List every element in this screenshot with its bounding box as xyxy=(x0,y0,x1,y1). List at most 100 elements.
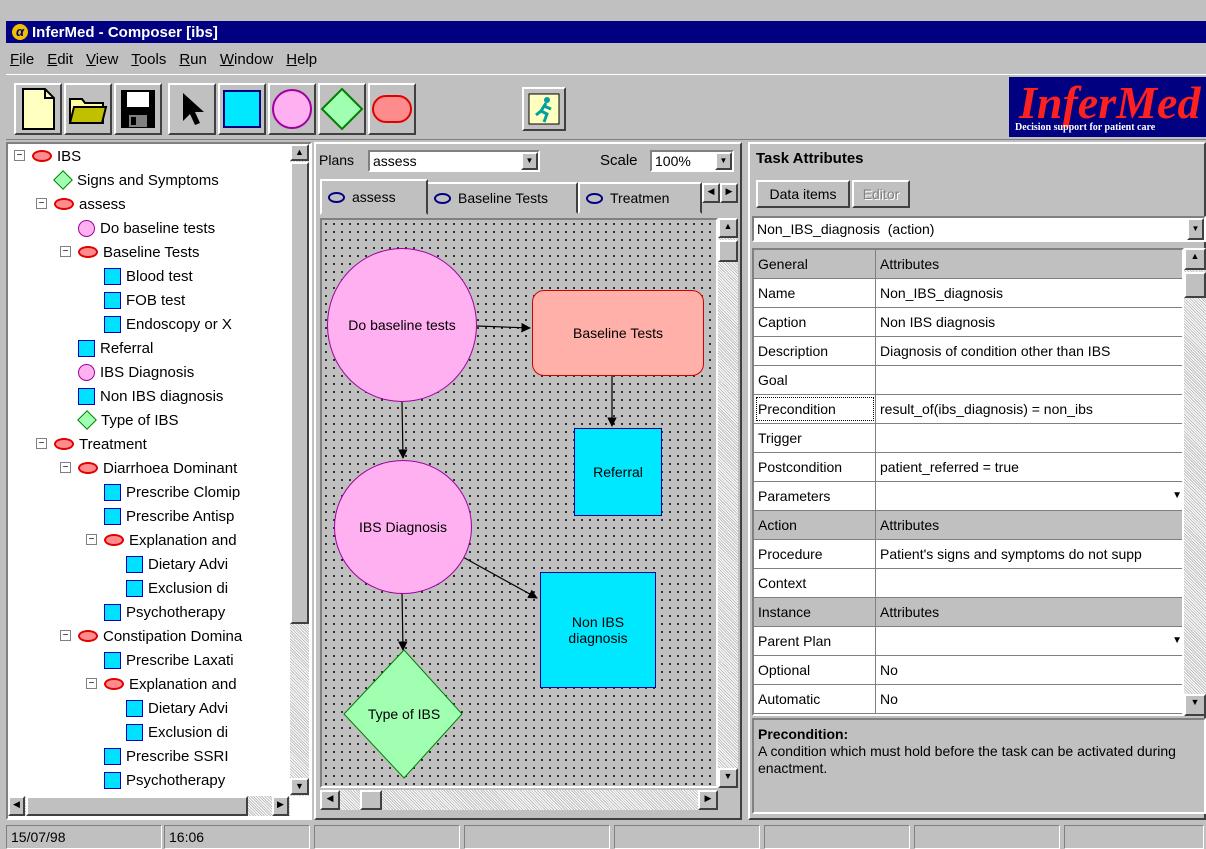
collapse-toggle-icon[interactable]: − xyxy=(60,630,71,641)
collapse-toggle-icon[interactable]: − xyxy=(36,438,47,449)
menu-item-view[interactable]: View xyxy=(86,51,118,68)
scroll-up-button[interactable]: ▲ xyxy=(718,218,738,238)
tree-item[interactable]: Referral xyxy=(78,336,153,360)
h-scroll-thumb[interactable] xyxy=(360,790,382,810)
scroll-left-button[interactable]: ◀ xyxy=(8,796,25,816)
tree-item[interactable]: Psychotherapy xyxy=(104,600,225,624)
scroll-thumb[interactable] xyxy=(1184,272,1206,298)
title-bar[interactable]: α InferMed - Composer [ibs] xyxy=(6,21,1206,43)
attribute-row[interactable]: Name Non_IBS_diagnosis xyxy=(754,279,1182,308)
tree-item[interactable]: Prescribe Clomip xyxy=(104,480,240,504)
node-referral[interactable]: Referral xyxy=(574,428,662,516)
select-tool-button[interactable] xyxy=(168,83,216,135)
tree-item[interactable]: Prescribe Antisp xyxy=(104,504,234,528)
attribute-value[interactable]: result_of(ibs_diagnosis) = non_ibs xyxy=(876,395,1182,423)
tab-treatment[interactable]: Treatmen xyxy=(578,182,702,214)
chevron-down-icon[interactable]: ▼ xyxy=(521,152,538,170)
scroll-right-button[interactable]: ▶ xyxy=(272,796,289,816)
attribute-row[interactable]: Context xyxy=(754,569,1182,598)
tab-baseline-tests[interactable]: Baseline Tests xyxy=(426,182,578,214)
attribute-value[interactable] xyxy=(876,366,1182,394)
tree-item[interactable]: − Constipation Domina xyxy=(60,624,242,648)
tree-item[interactable]: − Explanation and xyxy=(86,528,237,552)
attribute-value[interactable]: No xyxy=(876,685,1182,713)
tree-item[interactable]: Signs and Symptoms xyxy=(53,168,219,192)
tree-item[interactable]: Blood test xyxy=(104,264,193,288)
scroll-right-button[interactable]: ▶ xyxy=(698,790,718,810)
collapse-toggle-icon[interactable]: − xyxy=(86,678,97,689)
menu-item-tools[interactable]: Tools xyxy=(131,51,166,68)
tree-item[interactable]: Prescribe SSRI xyxy=(104,744,229,768)
scroll-thumb[interactable] xyxy=(718,240,738,262)
attribute-value[interactable]: patient_referred = true xyxy=(876,453,1182,481)
chevron-down-icon[interactable]: ▼ xyxy=(1172,482,1182,510)
attribute-row[interactable]: Caption Non IBS diagnosis xyxy=(754,308,1182,337)
tree-item[interactable]: IBS Diagnosis xyxy=(78,360,194,384)
attribute-row[interactable]: Postcondition patient_referred = true xyxy=(754,453,1182,482)
editor-button[interactable]: Editor xyxy=(852,180,910,208)
collapse-toggle-icon[interactable]: − xyxy=(60,246,71,257)
plans-select[interactable]: assess ▼ xyxy=(368,150,540,172)
menu-item-help[interactable]: Help xyxy=(286,51,317,68)
collapse-toggle-icon[interactable]: − xyxy=(36,198,47,209)
attribute-row[interactable]: Precondition result_of(ibs_diagnosis) = n… xyxy=(754,395,1182,424)
tree-item[interactable]: − Diarrhoea Dominant xyxy=(60,456,237,480)
scroll-down-button[interactable]: ▼ xyxy=(290,778,309,795)
menu-item-window[interactable]: Window xyxy=(220,51,273,68)
tree-item[interactable]: − assess xyxy=(36,192,126,216)
attribute-value[interactable]: Non_IBS_diagnosis xyxy=(876,279,1182,307)
tab-scroll-left-button[interactable]: ◀ xyxy=(702,183,720,203)
menu-item-file[interactable]: File xyxy=(10,51,34,68)
attribute-row[interactable]: General Attributes xyxy=(754,250,1182,279)
attribute-row[interactable]: Goal xyxy=(754,366,1182,395)
chevron-down-icon[interactable]: ▼ xyxy=(1187,218,1204,240)
decision-tool-button[interactable] xyxy=(268,83,316,135)
tree-item[interactable]: Dietary Advi xyxy=(126,552,228,576)
chevron-down-icon[interactable]: ▼ xyxy=(1172,627,1182,655)
tree-item[interactable]: Psychotherapy xyxy=(104,768,225,792)
attribute-row[interactable]: Action Attributes xyxy=(754,511,1182,540)
attribute-value[interactable] xyxy=(876,424,1182,452)
collapse-toggle-icon[interactable]: − xyxy=(60,462,71,473)
plan-tool-button[interactable] xyxy=(368,83,416,135)
attribute-value[interactable]: ▼ xyxy=(876,627,1182,655)
tree-item[interactable]: − Explanation and xyxy=(86,672,237,696)
tree-item[interactable]: − Baseline Tests xyxy=(60,240,199,264)
plan-canvas[interactable]: Do baseline tests Baseline Tests Referra… xyxy=(320,218,718,788)
tree-item[interactable]: Do baseline tests xyxy=(78,216,215,240)
attribute-value[interactable] xyxy=(876,569,1182,597)
run-button[interactable] xyxy=(522,87,566,131)
tree-vertical-scrollbar[interactable]: ▲ ▼ xyxy=(290,144,309,796)
attribute-value[interactable]: Non IBS diagnosis xyxy=(876,308,1182,336)
tree-item[interactable]: Endoscopy or X xyxy=(104,312,232,336)
tree-item[interactable]: − IBS xyxy=(14,144,81,168)
menu-item-run[interactable]: Run xyxy=(179,51,207,68)
enquiry-tool-button[interactable] xyxy=(318,83,366,135)
scroll-left-button[interactable]: ◀ xyxy=(320,790,340,810)
open-button[interactable] xyxy=(64,83,112,135)
node-baseline-tests[interactable]: Baseline Tests xyxy=(532,290,704,376)
node-do-baseline-tests[interactable]: Do baseline tests xyxy=(327,248,477,402)
collapse-toggle-icon[interactable]: − xyxy=(86,534,97,545)
scroll-down-button[interactable]: ▼ xyxy=(1184,694,1206,716)
save-button[interactable] xyxy=(114,83,162,135)
task-select[interactable]: Non_IBS_diagnosis (action) ▼ xyxy=(752,216,1206,242)
h-scroll-thumb[interactable] xyxy=(26,796,248,816)
node-ibs-diagnosis[interactable]: IBS Diagnosis xyxy=(334,460,472,594)
tree-item[interactable]: Prescribe Laxati xyxy=(104,648,234,672)
collapse-toggle-icon[interactable]: − xyxy=(14,150,25,161)
chevron-down-icon[interactable]: ▼ xyxy=(715,152,732,170)
attribute-value[interactable]: Patient's signs and symptoms do not supp xyxy=(876,540,1182,568)
scroll-down-button[interactable]: ▼ xyxy=(718,768,738,788)
grid-vertical-scrollbar[interactable]: ▲ ▼ xyxy=(1184,248,1206,716)
scroll-thumb[interactable] xyxy=(290,162,309,624)
attribute-row[interactable]: Optional No xyxy=(754,656,1182,685)
attribute-row[interactable]: Parameters ▼ xyxy=(754,482,1182,511)
data-items-button[interactable]: Data items xyxy=(756,180,850,208)
canvas-horizontal-scrollbar[interactable]: ◀ ▶ xyxy=(320,790,718,810)
tree-item[interactable]: Non IBS diagnosis xyxy=(78,384,223,408)
tree-item[interactable]: − Treatment xyxy=(36,432,147,456)
tree-item[interactable]: Exclusion di xyxy=(126,720,228,744)
attribute-row[interactable]: Trigger xyxy=(754,424,1182,453)
new-file-button[interactable] xyxy=(14,83,62,135)
